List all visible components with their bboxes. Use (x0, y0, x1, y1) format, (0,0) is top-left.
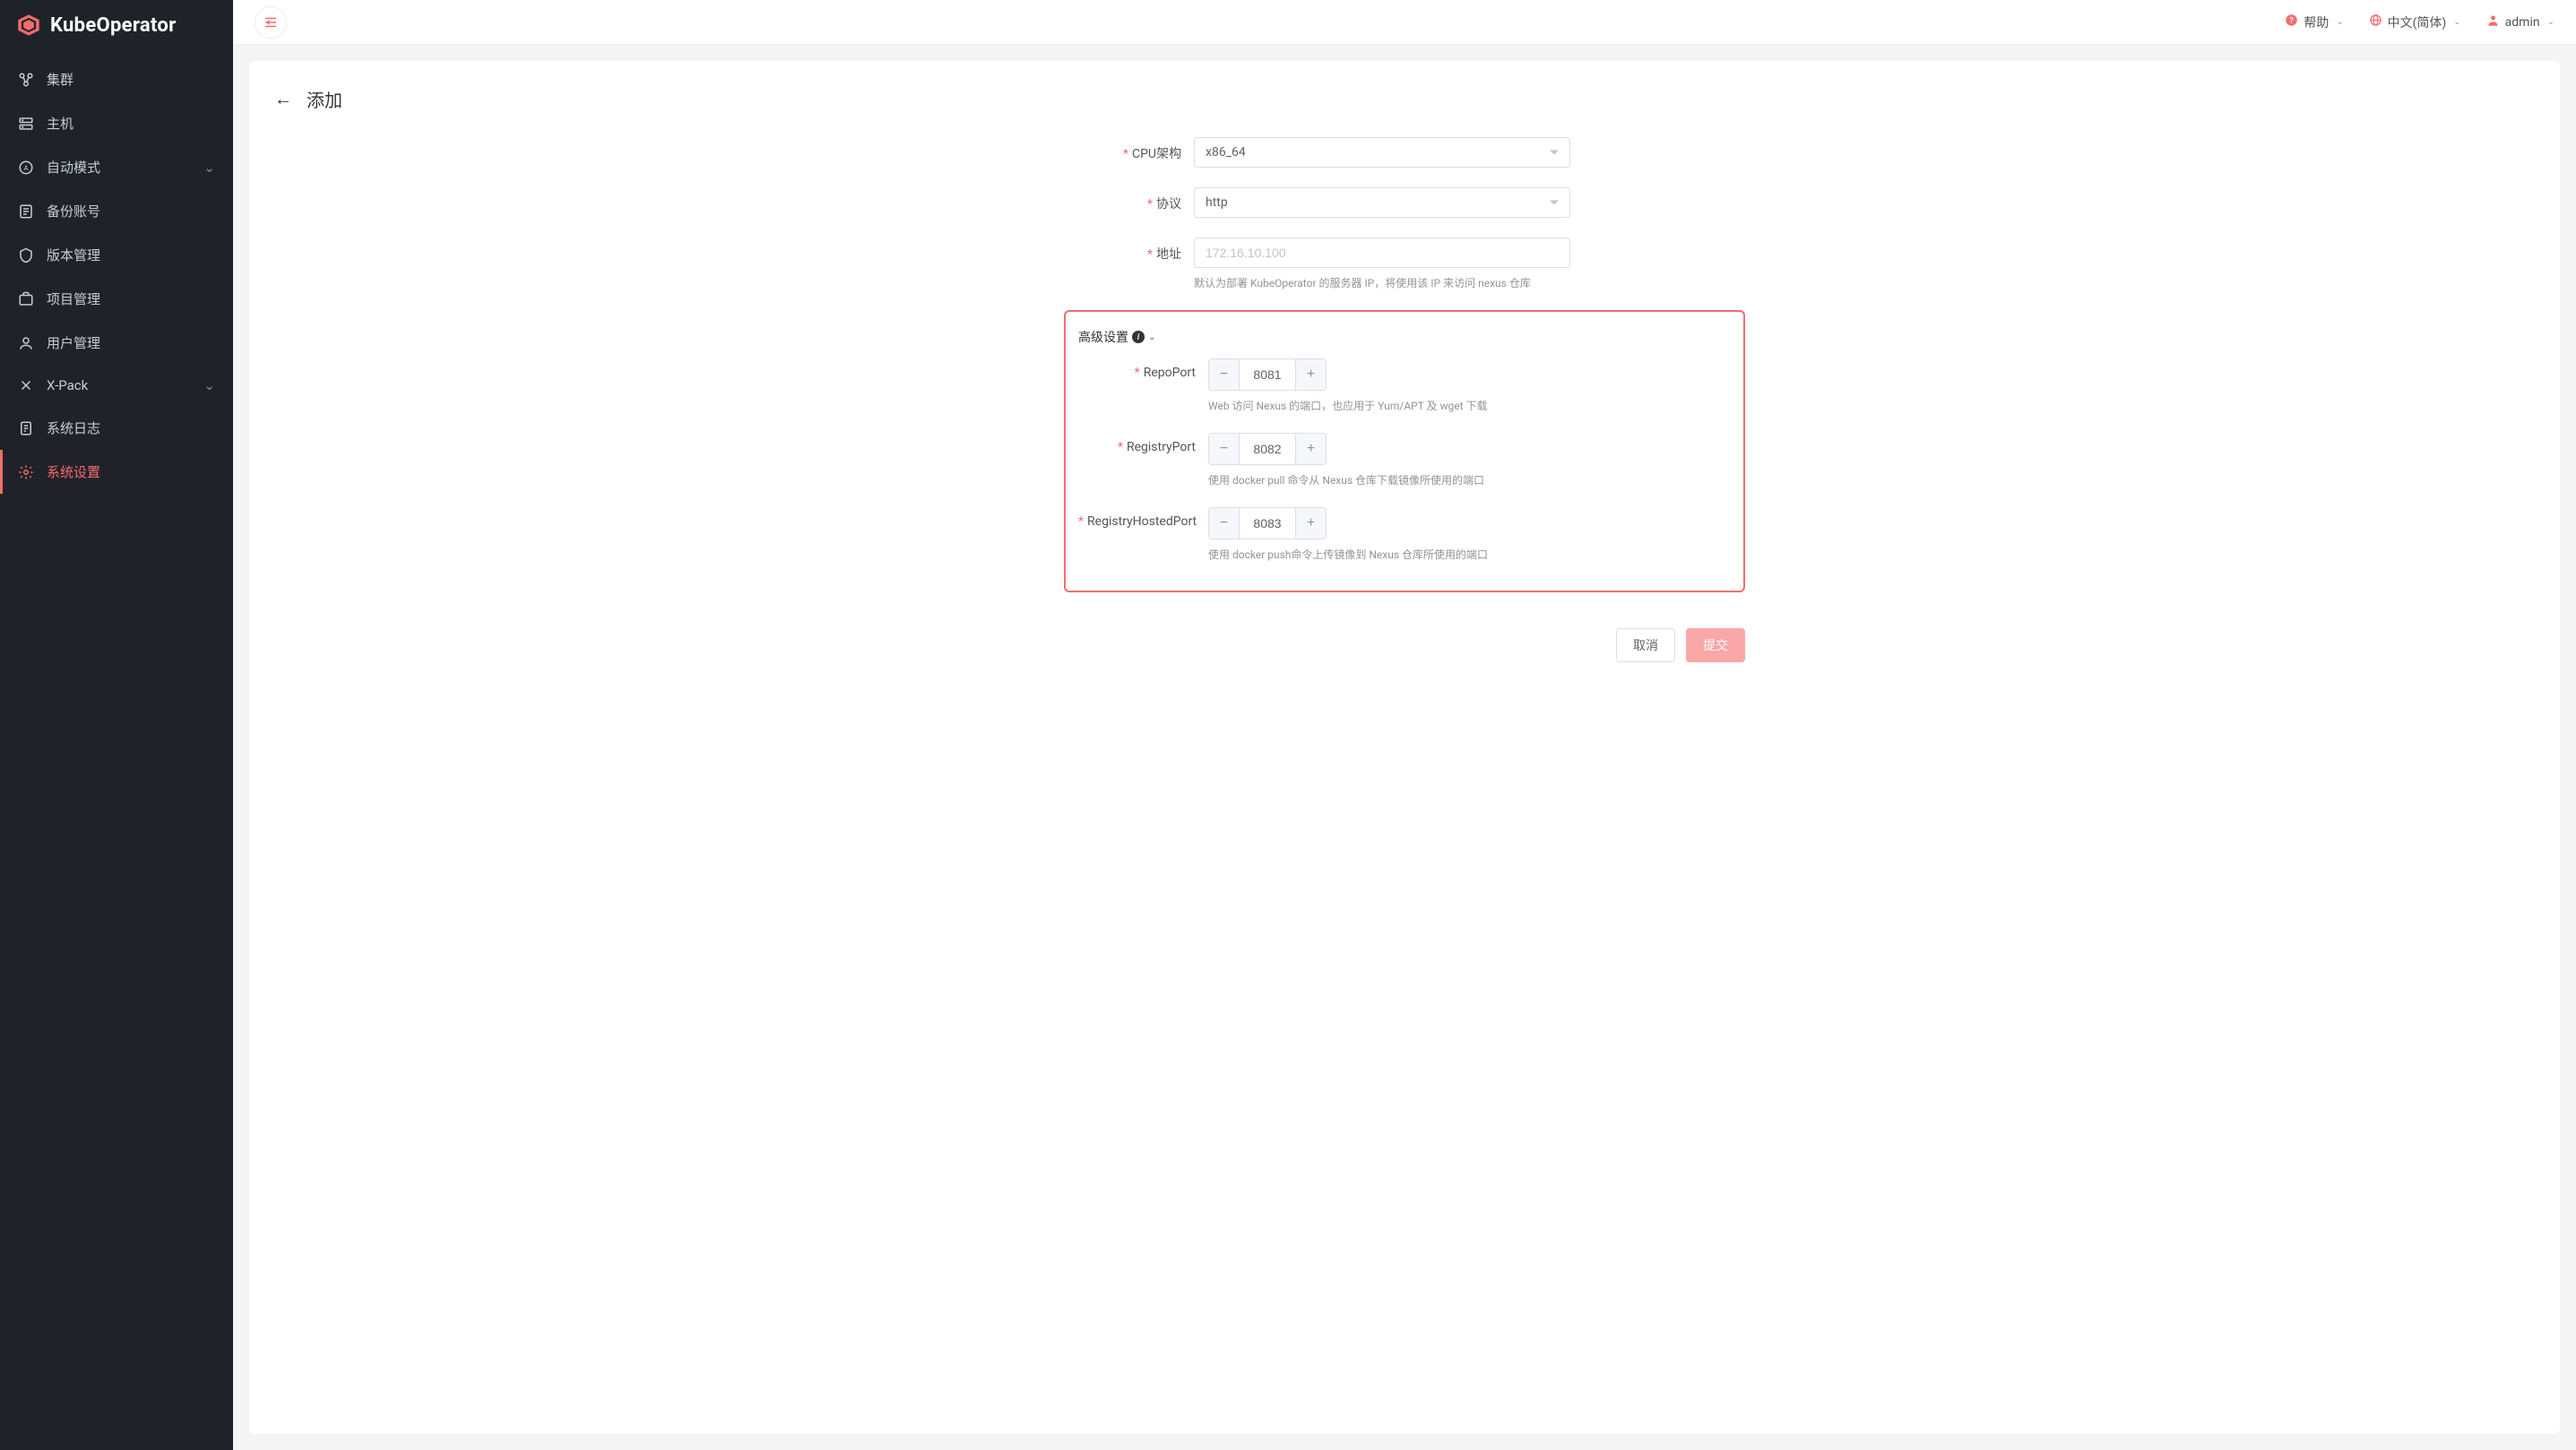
chevron-down-icon: ⌄ (203, 377, 215, 393)
help-menu[interactable]: ? 帮助 ⌄ (2285, 13, 2343, 31)
repo-port-label: *RepoPort (1078, 358, 1208, 380)
brand-name: KubeOperator (50, 14, 176, 37)
auto-icon: A (18, 160, 34, 176)
sidebar-item-project[interactable]: 项目管理 (0, 277, 233, 321)
repo-port-stepper: − + (1208, 358, 1327, 391)
version-icon (18, 247, 34, 263)
advanced-settings-box: 高级设置 i ⌄ *RepoPort − + Web 访问 Nexus (1064, 310, 1745, 592)
registry-hosted-port-increment[interactable]: + (1295, 508, 1326, 539)
registry-hosted-port-input[interactable] (1240, 508, 1295, 539)
registry-port-increment[interactable]: + (1295, 434, 1326, 464)
sidebar-item-cluster[interactable]: 集群 (0, 57, 233, 101)
chevron-down-icon: ⌄ (2453, 17, 2460, 27)
cpu-arch-select[interactable]: x86_64 (1194, 137, 1570, 168)
sidebar-item-settings[interactable]: 系统设置 (0, 450, 233, 494)
sidebar-item-label: 项目管理 (47, 289, 100, 308)
svg-text:?: ? (2290, 17, 2295, 26)
sidebar-item-backup[interactable]: 备份账号 (0, 189, 233, 233)
address-input-wrapper (1194, 237, 1570, 268)
registry-hosted-port-decrement[interactable]: − (1209, 508, 1240, 539)
user-icon (18, 335, 34, 351)
chevron-down-icon: ⌄ (2336, 17, 2343, 27)
advanced-settings-toggle[interactable]: 高级设置 i ⌄ (1078, 328, 1731, 346)
protocol-label: *协议 (1064, 187, 1194, 212)
back-button[interactable]: ← (274, 88, 292, 110)
sidebar-item-label: 主机 (47, 114, 73, 133)
sidebar-item-label: X-Pack (47, 377, 88, 393)
address-label: *地址 (1064, 237, 1194, 263)
globe-icon (2369, 13, 2382, 30)
content: ← 添加 *CPU架构 x86_64 *协议 http *地址 (249, 61, 2560, 1434)
language-label: 中文(简体) (2388, 13, 2447, 31)
logo-icon (16, 13, 41, 38)
sidebar-item-label: 系统日志 (47, 419, 100, 437)
help-label: 帮助 (2304, 13, 2329, 31)
registry-port-input[interactable] (1240, 434, 1295, 464)
cluster-icon (18, 72, 34, 88)
project-icon (18, 291, 34, 307)
user-icon (2486, 13, 2500, 30)
repo-port-increment[interactable]: + (1295, 359, 1326, 390)
sidebar-item-label: 集群 (47, 70, 73, 89)
repo-port-decrement[interactable]: − (1209, 359, 1240, 390)
logo: KubeOperator (0, 0, 233, 50)
cpu-arch-label: *CPU架构 (1064, 137, 1194, 162)
backup-icon (18, 203, 34, 220)
sidebar-item-host[interactable]: 主机 (0, 101, 233, 145)
cancel-button[interactable]: 取消 (1616, 628, 1675, 662)
sidebar: KubeOperator 集群 主机 A 自动模式 ⌄ 备份账号 版本 (0, 0, 233, 1450)
language-menu[interactable]: 中文(简体) ⌄ (2369, 13, 2461, 31)
sidebar-item-auto[interactable]: A 自动模式 ⌄ (0, 145, 233, 189)
address-input[interactable] (1206, 246, 1543, 260)
sidebar-item-log[interactable]: 系统日志 (0, 406, 233, 450)
sidebar-item-label: 用户管理 (47, 333, 100, 352)
collapse-sidebar-button[interactable] (255, 6, 287, 39)
log-icon (18, 420, 34, 436)
header: ? 帮助 ⌄ 中文(简体) ⌄ admin ⌄ (233, 0, 2576, 45)
sidebar-item-label: 系统设置 (47, 462, 100, 481)
chevron-down-icon: ⌄ (1148, 332, 1155, 342)
registry-port-label: *RegistryPort (1078, 433, 1208, 454)
sidebar-item-label: 版本管理 (47, 246, 100, 264)
sidebar-item-user[interactable]: 用户管理 (0, 321, 233, 365)
address-hint: 默认为部署 KubeOperator 的服务器 IP，将使用该 IP 来访问 n… (1194, 275, 1745, 290)
xpack-icon (18, 377, 34, 393)
registry-hosted-port-stepper: − + (1208, 507, 1327, 539)
info-icon: i (1132, 331, 1145, 343)
sidebar-item-label: 备份账号 (47, 202, 100, 220)
chevron-down-icon: ⌄ (203, 160, 215, 176)
svg-text:A: A (24, 164, 29, 172)
page-title: 添加 (307, 86, 342, 112)
host-icon (18, 116, 34, 132)
protocol-select[interactable]: http (1194, 187, 1570, 218)
sidebar-item-xpack[interactable]: X-Pack ⌄ (0, 365, 233, 406)
registry-hosted-port-label: *RegistryHostedPort (1078, 507, 1208, 529)
sidebar-item-label: 自动模式 (47, 158, 100, 177)
nav: 集群 主机 A 自动模式 ⌄ 备份账号 版本管理 项目管理 (0, 50, 233, 494)
registry-port-decrement[interactable]: − (1209, 434, 1240, 464)
registry-port-hint: 使用 docker pull 命令从 Nexus 仓库下载镜像所使用的端口 (1208, 472, 1731, 488)
sidebar-item-version[interactable]: 版本管理 (0, 233, 233, 277)
user-menu[interactable]: admin ⌄ (2486, 13, 2554, 30)
user-label: admin (2505, 15, 2540, 30)
registry-hosted-port-hint: 使用 docker push命令上传镜像到 Nexus 仓库所使用的端口 (1208, 547, 1731, 562)
help-icon: ? (2285, 13, 2298, 30)
repo-port-input[interactable] (1240, 359, 1295, 390)
repo-port-hint: Web 访问 Nexus 的端口，也应用于 Yum/APT 及 wget 下载 (1208, 398, 1731, 413)
submit-button[interactable]: 提交 (1686, 628, 1745, 662)
settings-icon (18, 464, 34, 480)
registry-port-stepper: − + (1208, 433, 1327, 465)
chevron-down-icon: ⌄ (2547, 17, 2554, 27)
